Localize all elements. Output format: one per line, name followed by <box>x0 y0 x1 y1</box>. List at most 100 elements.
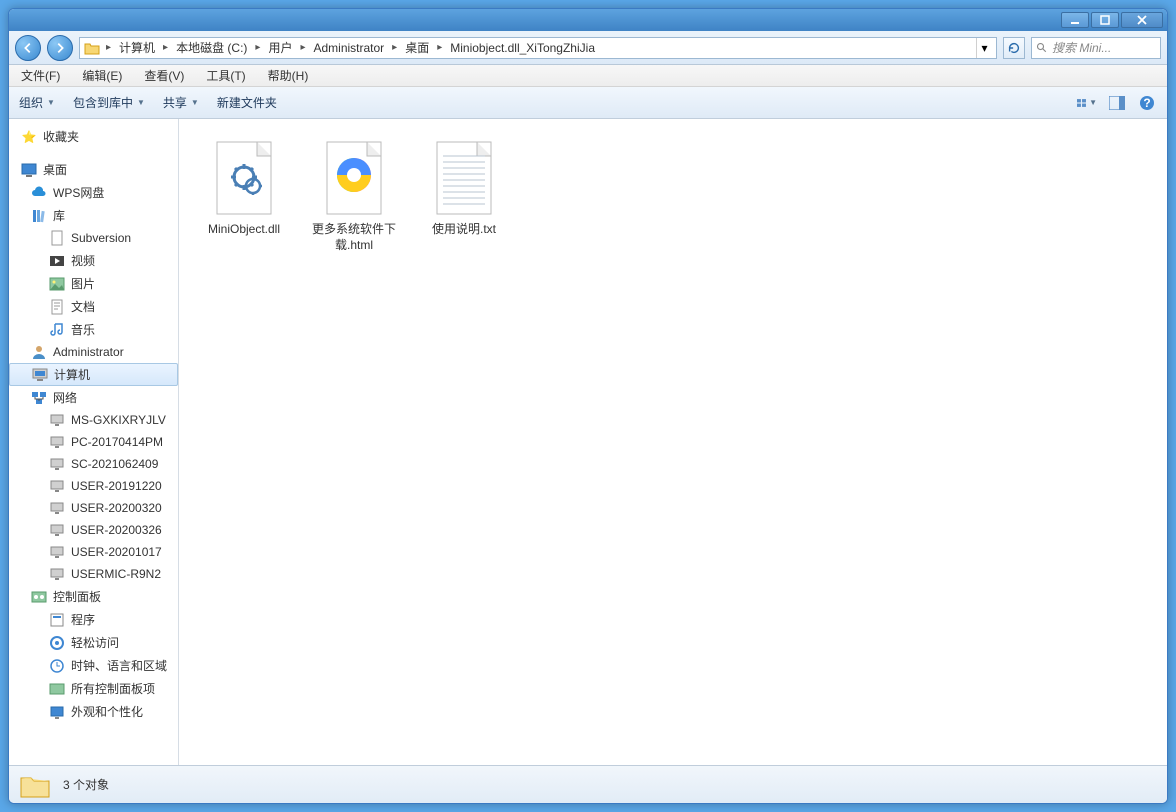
share-button[interactable]: 共享▼ <box>163 94 199 111</box>
preview-pane-button[interactable] <box>1107 93 1127 113</box>
sidebar-cp-item[interactable]: 外观和个性化 <box>9 700 178 723</box>
menu-file[interactable]: 文件(F) <box>17 65 64 86</box>
sidebar: ⭐收藏夹 桌面 WPS网盘 库 Subversion 视频 图片 文档 音乐 A… <box>9 119 179 765</box>
sidebar-network[interactable]: 网络 <box>9 386 178 409</box>
appearance-icon <box>49 704 65 720</box>
computer-icon <box>32 367 48 383</box>
sidebar-admin[interactable]: Administrator <box>9 341 178 363</box>
network-icon <box>31 390 47 406</box>
chevron-right-icon: ▸ <box>251 42 264 53</box>
libraries-icon <box>31 208 47 224</box>
sidebar-computer[interactable]: 计算机 <box>9 363 178 386</box>
menubar: 文件(F) 编辑(E) 查看(V) 工具(T) 帮助(H) <box>9 65 1167 87</box>
html-icon <box>319 139 389 217</box>
navbar: ▸ 计算机 ▸ 本地磁盘 (C:) ▸ 用户 ▸ Administrator ▸… <box>9 31 1167 65</box>
chevron-right-icon: ▸ <box>433 42 446 53</box>
chevron-right-icon: ▸ <box>296 42 309 53</box>
sidebar-lib-item[interactable]: 视频 <box>9 249 178 272</box>
pc-icon <box>49 522 65 538</box>
video-icon <box>49 253 65 269</box>
sidebar-net-item[interactable]: USER-20191220 <box>9 475 178 497</box>
pc-icon <box>49 500 65 516</box>
newfolder-button[interactable]: 新建文件夹 <box>217 94 277 111</box>
music-icon <box>49 322 65 338</box>
svg-text:?: ? <box>1143 96 1150 110</box>
sidebar-cp-item[interactable]: 时钟、语言和区域 <box>9 654 178 677</box>
close-button[interactable] <box>1121 12 1163 28</box>
minimize-button[interactable] <box>1061 12 1089 28</box>
file-item[interactable]: 更多系统软件下载.html <box>309 133 399 259</box>
toolbar: 组织▼ 包含到库中▼ 共享▼ 新建文件夹 ▼ ? <box>9 87 1167 119</box>
file-item[interactable]: 使用说明.txt <box>419 133 509 259</box>
chevron-right-icon: ▸ <box>159 42 172 53</box>
menu-tools[interactable]: 工具(T) <box>202 65 249 86</box>
clock-icon <box>49 658 65 674</box>
sidebar-lib-item[interactable]: 图片 <box>9 272 178 295</box>
menu-help[interactable]: 帮助(H) <box>264 65 313 86</box>
maximize-button[interactable] <box>1091 12 1119 28</box>
sidebar-wps[interactable]: WPS网盘 <box>9 181 178 204</box>
menu-edit[interactable]: 编辑(E) <box>78 65 126 86</box>
sidebar-control-panel[interactable]: 控制面板 <box>9 585 178 608</box>
programs-icon <box>49 612 65 628</box>
pc-icon <box>49 544 65 560</box>
sidebar-favorites[interactable]: ⭐收藏夹 <box>9 125 178 148</box>
address-dropdown[interactable]: ▾ <box>976 38 992 58</box>
sidebar-lib-item[interactable]: 文档 <box>9 295 178 318</box>
sidebar-net-item[interactable]: USER-20200326 <box>9 519 178 541</box>
sidebar-cp-item[interactable]: 轻松访问 <box>9 631 178 654</box>
sidebar-net-item[interactable]: USER-20200320 <box>9 497 178 519</box>
sidebar-lib-item[interactable]: Subversion <box>9 227 178 249</box>
search-input[interactable]: 搜索 Mini... <box>1031 37 1161 59</box>
include-button[interactable]: 包含到库中▼ <box>73 94 145 111</box>
chevron-right-icon: ▸ <box>102 42 115 53</box>
explorer-window: ▸ 计算机 ▸ 本地磁盘 (C:) ▸ 用户 ▸ Administrator ▸… <box>8 8 1168 804</box>
menu-view[interactable]: 查看(V) <box>140 65 188 86</box>
pc-icon <box>49 566 65 582</box>
cloud-icon <box>31 185 47 201</box>
chevron-right-icon: ▸ <box>388 42 401 53</box>
breadcrumb-seg[interactable]: 用户 <box>266 37 294 58</box>
address-bar[interactable]: ▸ 计算机 ▸ 本地磁盘 (C:) ▸ 用户 ▸ Administrator ▸… <box>79 37 997 59</box>
sidebar-cp-item[interactable]: 所有控制面板项 <box>9 677 178 700</box>
pc-icon <box>49 478 65 494</box>
file-label: 使用说明.txt <box>432 221 496 237</box>
statusbar: 3 个对象 <box>9 765 1167 803</box>
doc-icon <box>49 299 65 315</box>
breadcrumb-seg[interactable]: 本地磁盘 (C:) <box>174 37 249 58</box>
folder-icon <box>19 771 49 799</box>
sidebar-net-item[interactable]: MS-GXKIXRYJLV <box>9 409 178 431</box>
body: ⭐收藏夹 桌面 WPS网盘 库 Subversion 视频 图片 文档 音乐 A… <box>9 119 1167 765</box>
desktop-icon <box>21 162 37 178</box>
file-label: MiniObject.dll <box>208 221 280 237</box>
help-button[interactable]: ? <box>1137 93 1157 113</box>
sidebar-net-item[interactable]: USER-20201017 <box>9 541 178 563</box>
folder-icon <box>84 40 100 56</box>
forward-button[interactable] <box>47 35 73 61</box>
view-mode-button[interactable]: ▼ <box>1077 93 1097 113</box>
sidebar-libraries[interactable]: 库 <box>9 204 178 227</box>
file-list: MiniObject.dll 更多系统软件下载.html 使用说明.txt <box>179 119 1167 765</box>
refresh-button[interactable] <box>1003 37 1025 59</box>
sidebar-net-item[interactable]: PC-20170414PM <box>9 431 178 453</box>
sidebar-desktop[interactable]: 桌面 <box>9 158 178 181</box>
pc-icon <box>49 434 65 450</box>
star-icon: ⭐ <box>21 129 37 145</box>
sidebar-lib-item[interactable]: 音乐 <box>9 318 178 341</box>
breadcrumb-seg[interactable]: 计算机 <box>117 37 157 58</box>
back-button[interactable] <box>15 35 41 61</box>
all-items-icon <box>49 681 65 697</box>
ease-icon <box>49 635 65 651</box>
breadcrumb-seg[interactable]: Miniobject.dll_XiTongZhiJia <box>448 39 597 57</box>
pc-icon <box>49 456 65 472</box>
control-panel-icon <box>31 589 47 605</box>
breadcrumb-seg[interactable]: 桌面 <box>403 37 431 58</box>
sidebar-cp-item[interactable]: 程序 <box>9 608 178 631</box>
search-placeholder: 搜索 Mini... <box>1052 39 1111 56</box>
sidebar-net-item[interactable]: SC-2021062409 <box>9 453 178 475</box>
txt-icon <box>429 139 499 217</box>
sidebar-net-item[interactable]: USERMIC-R9N2 <box>9 563 178 585</box>
breadcrumb-seg[interactable]: Administrator <box>311 39 386 57</box>
organize-button[interactable]: 组织▼ <box>19 94 55 111</box>
file-item[interactable]: MiniObject.dll <box>199 133 289 259</box>
